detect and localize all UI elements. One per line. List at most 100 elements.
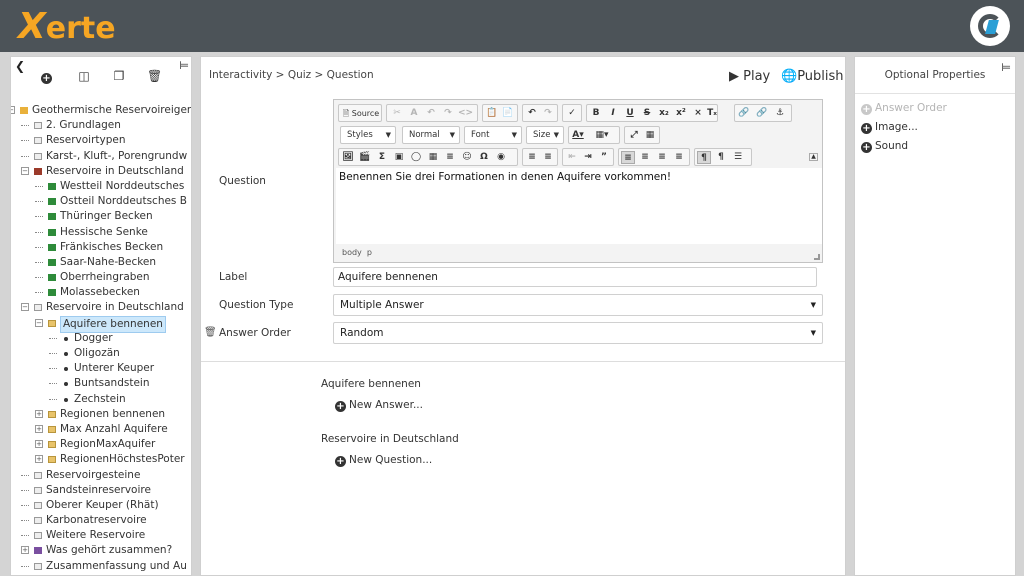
tree-item[interactable]: Buntsandstein bbox=[11, 376, 191, 391]
pin-icon[interactable]: ⊨ bbox=[179, 59, 189, 72]
copy-format-icon[interactable]: A bbox=[407, 107, 421, 120]
underline-icon[interactable]: U bbox=[623, 107, 637, 120]
iframe-icon[interactable]: ◯ bbox=[409, 151, 423, 164]
tree-item[interactable]: Oberer Keuper (Rhät) bbox=[11, 498, 191, 513]
brand-badge-icon[interactable] bbox=[970, 6, 1010, 46]
tree-item[interactable]: − Geothermische Reservoireigen bbox=[11, 103, 191, 118]
publish-button[interactable]: 🌐Publish bbox=[781, 69, 844, 84]
path-p[interactable]: p bbox=[367, 248, 372, 257]
undo-icon[interactable]: ↶ bbox=[525, 107, 539, 120]
smiley-icon[interactable]: ☺ bbox=[460, 151, 474, 164]
tree-item[interactable]: Thüringer Becken bbox=[11, 209, 191, 224]
tree-item[interactable]: Dogger bbox=[11, 331, 191, 346]
math-icon[interactable]: Σ bbox=[375, 151, 389, 164]
expand-icon[interactable]: + bbox=[35, 455, 43, 464]
tree-item[interactable]: Molassebecken bbox=[11, 285, 191, 300]
question-text-area[interactable]: Benennen Sie drei Formationen in denen A… bbox=[336, 168, 822, 244]
add-answer-order-button[interactable]: + Answer Order bbox=[861, 102, 947, 115]
flash-icon[interactable]: ▣ bbox=[392, 151, 406, 164]
tree-item[interactable]: 2. Grundlagen bbox=[11, 118, 191, 133]
expand-icon[interactable]: + bbox=[35, 440, 43, 449]
horizontal-rule-icon[interactable]: ≡ bbox=[443, 151, 457, 164]
align-center-icon[interactable]: ≡ bbox=[638, 151, 652, 164]
paste-text-icon[interactable]: 📄 bbox=[501, 107, 515, 120]
collapse-icon[interactable]: − bbox=[35, 318, 43, 327]
font-dropdown[interactable]: Font ▼ bbox=[464, 126, 522, 144]
tree-item[interactable]: + Regionen bennenen bbox=[11, 407, 191, 422]
bulleted-list-icon[interactable]: ≡ bbox=[541, 151, 555, 164]
collapse-icon[interactable]: − bbox=[11, 106, 15, 114]
tree-item[interactable]: Unterer Keuper bbox=[11, 361, 191, 376]
clear-format-icon[interactable]: Tₓ bbox=[705, 107, 719, 120]
expand-icon[interactable]: + bbox=[35, 424, 43, 433]
background-color-icon[interactable]: ▦▾ bbox=[595, 129, 609, 142]
styles-dropdown[interactable]: Styles ▼ bbox=[340, 126, 396, 144]
remove-format-icon[interactable]: ⨯ bbox=[691, 107, 705, 120]
indent-icon[interactable]: ⇥ bbox=[581, 151, 595, 164]
tree-item[interactable]: Hessische Senke bbox=[11, 225, 191, 240]
unlink-icon[interactable]: 🔗 bbox=[755, 107, 769, 120]
blockquote-icon[interactable]: ” bbox=[597, 151, 611, 164]
tree-item[interactable]: − Reservoire in Deutschland bbox=[11, 164, 191, 179]
redo-alt-icon[interactable]: ↷ bbox=[441, 107, 455, 120]
copy-icon[interactable]: ◫ bbox=[77, 69, 91, 83]
glossary-icon[interactable]: ◉ bbox=[494, 151, 508, 164]
expand-icon[interactable]: + bbox=[21, 546, 29, 555]
spellcheck-icon[interactable]: ✓ bbox=[565, 107, 579, 120]
superscript-icon[interactable]: x² bbox=[674, 107, 688, 120]
align-justify-icon[interactable]: ≡ bbox=[672, 151, 686, 164]
outdent-icon[interactable]: ⇤ bbox=[565, 151, 579, 164]
delete-icon[interactable]: 🗑 bbox=[147, 69, 162, 83]
chevron-left-icon[interactable]: ❮ bbox=[15, 59, 25, 73]
resize-grip-icon[interactable] bbox=[814, 254, 820, 260]
show-blocks-icon[interactable]: ▦ bbox=[643, 129, 657, 142]
source-button[interactable]: 🗎 Source bbox=[338, 104, 382, 122]
redo-icon[interactable]: ↷ bbox=[541, 107, 555, 120]
add-sound-button[interactable]: + Sound bbox=[861, 140, 908, 153]
tree-item[interactable]: Ostteil Norddeutsches B bbox=[11, 194, 191, 209]
answer-order-select[interactable]: Random ▼ bbox=[333, 322, 823, 344]
text-color-icon[interactable]: A▾ bbox=[571, 129, 585, 142]
tree-item[interactable]: Weitere Reservoire bbox=[11, 528, 191, 543]
table-icon[interactable]: ▦ bbox=[426, 151, 440, 164]
tree-item[interactable]: Fränkisches Becken bbox=[11, 240, 191, 255]
collapse-icon[interactable]: − bbox=[21, 166, 29, 175]
new-answer-button[interactable]: + New Answer... bbox=[335, 399, 423, 412]
subscript-icon[interactable]: x₂ bbox=[657, 107, 671, 120]
tree-item[interactable]: Karst-, Kluft-, Porengrundw bbox=[11, 149, 191, 164]
trash-icon[interactable]: 🗑 bbox=[204, 327, 217, 338]
tree-item[interactable]: Sandsteinreservoire bbox=[11, 483, 191, 498]
size-dropdown[interactable]: Size ▼ bbox=[526, 126, 564, 144]
duplicate-icon[interactable]: ❐ bbox=[112, 69, 126, 83]
question-type-select[interactable]: Multiple Answer ▼ bbox=[333, 294, 823, 316]
ltr-icon[interactable]: ¶ bbox=[697, 151, 711, 164]
collapse-icon[interactable]: − bbox=[21, 303, 29, 312]
label-input[interactable]: Aquifere bennenen bbox=[333, 267, 817, 287]
tree-item[interactable]: Westteil Norddeutsches bbox=[11, 179, 191, 194]
tree-item[interactable]: Zusammenfassung und Au bbox=[11, 559, 191, 574]
italic-icon[interactable]: I bbox=[606, 107, 620, 120]
numbered-list-icon[interactable]: ≡ bbox=[525, 151, 539, 164]
tree-item[interactable]: + Max Anzahl Aquifere bbox=[11, 422, 191, 437]
path-body[interactable]: body bbox=[342, 248, 362, 257]
collapse-toolbar-icon[interactable]: ▲ bbox=[809, 153, 818, 161]
tree-item[interactable]: Zechstein bbox=[11, 392, 191, 407]
cut-icon[interactable]: ✂ bbox=[390, 107, 404, 120]
anchor-icon[interactable]: ⚓ bbox=[773, 107, 787, 120]
maximize-icon[interactable]: ⤢ bbox=[627, 129, 641, 142]
format-dropdown[interactable]: Normal ▼ bbox=[402, 126, 460, 144]
new-question-button[interactable]: + New Question... bbox=[335, 454, 432, 467]
special-char-icon[interactable]: Ω bbox=[477, 151, 491, 164]
tree-item[interactable]: − Reservoire in Deutschland bbox=[11, 300, 191, 315]
add-image-button[interactable]: + Image... bbox=[861, 121, 918, 134]
tree-item[interactable]: Oligozän bbox=[11, 346, 191, 361]
language-icon[interactable]: ☰ bbox=[731, 151, 745, 164]
tree-item[interactable]: + Was gehört zusammen? bbox=[11, 543, 191, 558]
tree-item[interactable]: Oberrheingraben bbox=[11, 270, 191, 285]
link-icon[interactable]: 🔗 bbox=[737, 107, 751, 120]
tree-item[interactable]: Karbonatreservoire bbox=[11, 513, 191, 528]
strike-icon[interactable]: S bbox=[640, 107, 654, 120]
code-icon[interactable]: <> bbox=[458, 107, 473, 120]
tree-item[interactable]: + RegionenHöchstesPoter bbox=[11, 452, 191, 467]
bold-icon[interactable]: B bbox=[589, 107, 603, 120]
